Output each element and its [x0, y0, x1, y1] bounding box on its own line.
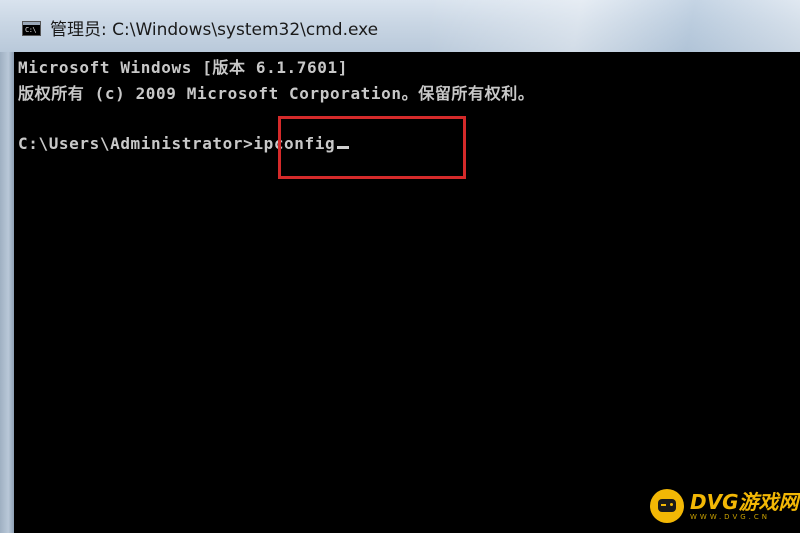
watermark-name: DVG游戏网	[690, 489, 799, 514]
cmd-window: C:\ 管理员: C:\Windows\system32\cmd.exe Mic…	[0, 0, 800, 533]
console-line-version: Microsoft Windows [版本 6.1.7601]	[18, 58, 348, 77]
gamepad-logo-icon	[650, 489, 684, 523]
site-watermark: DVG游戏网 WWW.DVG.CN	[650, 488, 799, 524]
console-line-copyright: 版权所有 (c) 2009 Microsoft Corporation。保留所有…	[18, 84, 535, 103]
window-title: 管理员: C:\Windows\system32\cmd.exe	[50, 20, 379, 40]
title-bar[interactable]: C:\ 管理员: C:\Windows\system32\cmd.exe	[0, 0, 800, 52]
window-left-border	[0, 52, 14, 533]
cmd-console-icon[interactable]: C:\	[22, 21, 41, 36]
console-prompt: C:\Users\Administrator>	[18, 134, 254, 153]
command-highlight-box	[278, 116, 466, 179]
watermark-url: WWW.DVG.CN	[690, 512, 771, 521]
